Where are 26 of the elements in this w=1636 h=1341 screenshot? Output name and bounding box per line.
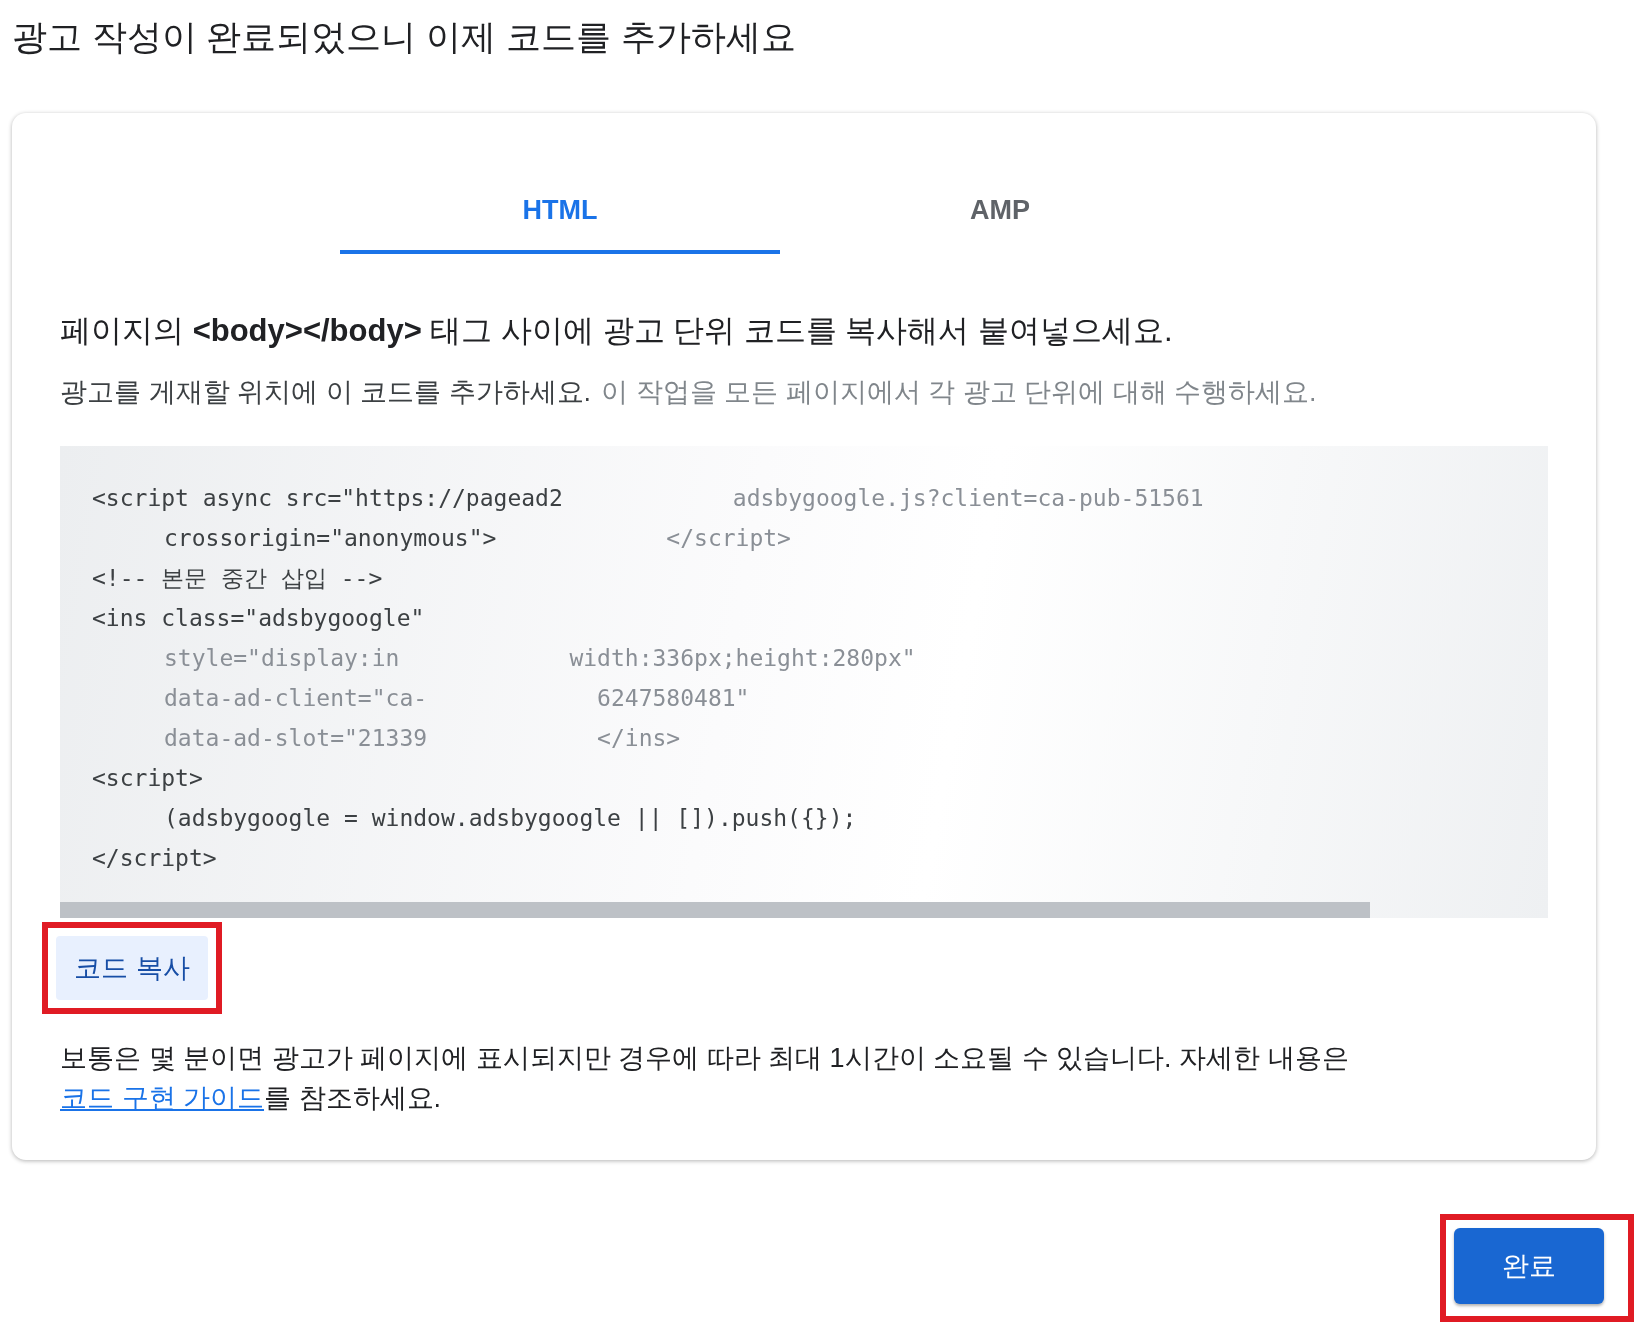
tab[interactable]: AMP <box>780 179 1220 254</box>
code-text: data-ad-client="ca- <box>164 684 428 713</box>
description-text: 이 작업을 모든 페이지에서 각 광고 단위에 대해 수행하세요. <box>601 376 1317 409</box>
code-text: <script async src="https://pagead2 <box>92 484 563 513</box>
code-text: </script> <box>92 844 217 873</box>
code-text: data-ad-slot="21339 <box>164 724 428 753</box>
copy-code-button[interactable]: 코드 복사 <box>56 936 208 1000</box>
code-text: (adsbygoogle = window.adsbygoogle || []).push({}); <box>164 804 857 833</box>
description-text: 광고를 게재할 위치에 이 코드를 추가하세요. <box>60 376 591 409</box>
scrollbar-thumb[interactable] <box>60 902 1370 918</box>
code-text: <script> <box>92 764 203 793</box>
code-text: adsbygoogle.js?client=ca-pub-51561 <box>732 484 1204 513</box>
page-title: 광고 작성이 완료되었으니 이제 코드를 추가하세요 <box>12 16 797 58</box>
code-text: width:336px;height:280px" <box>569 644 916 673</box>
instruction-text: 페이지의 <body></body> 태그 사이에 광고 단위 코드를 복사해서 붙여넣으세요. <box>60 312 1174 350</box>
code-text: <!-- 본문 중간 삽입 --> <box>92 564 383 593</box>
done-button[interactable]: 완료 <box>1454 1228 1604 1304</box>
note-text: 보통은 몇 분이면 광고가 페이지에 표시되지만 경우에 따라 최대 1시간이 소요될 수 있습니다. 자세한 내용은 코드 구현 가이드를 참조하세요. <box>60 1042 1350 1115</box>
code-text: </script> <box>666 524 791 553</box>
tab[interactable]: HTML <box>340 179 780 254</box>
code-text: style="display:in <box>164 644 400 673</box>
code-text: <ins class="adsbygoogle" <box>92 604 425 633</box>
code-text: 6247580481" <box>597 684 750 713</box>
code-text: crossorigin="anonymous"> <box>164 524 497 553</box>
guide-link[interactable]: 코드 구현 가이드 <box>60 1083 264 1113</box>
code-text: </ins> <box>597 724 681 753</box>
